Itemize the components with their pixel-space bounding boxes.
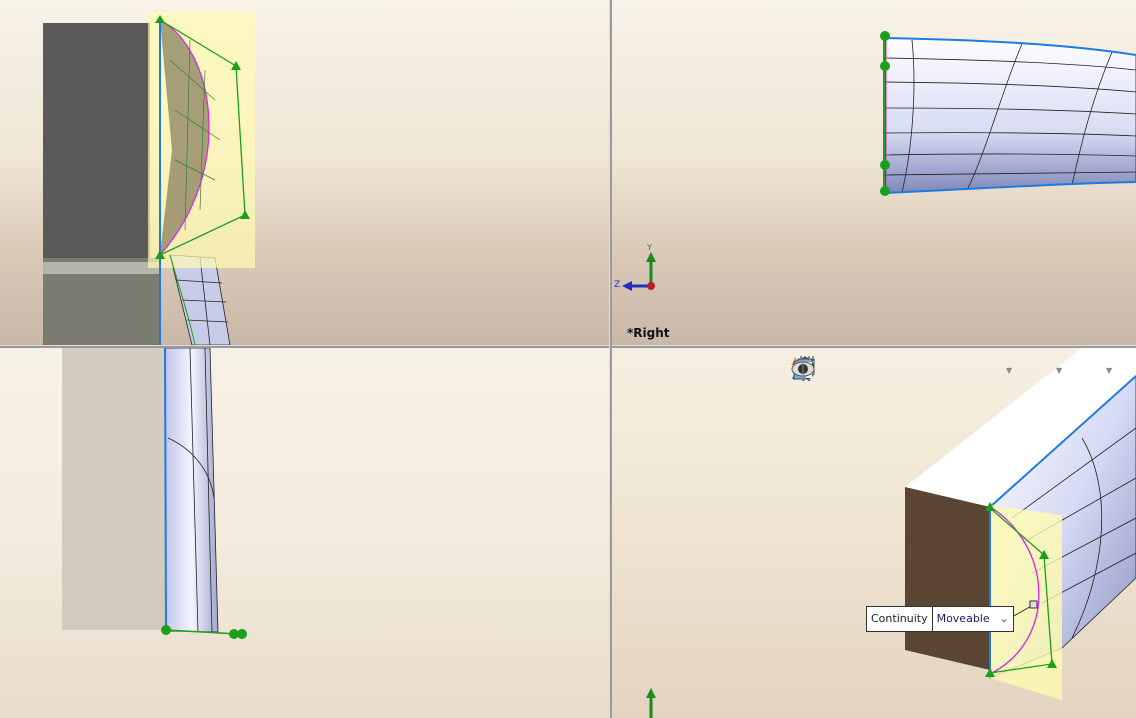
triad-y-label: Y bbox=[647, 243, 652, 252]
hide-show-items-dropdown-icon[interactable]: ▼ bbox=[1106, 366, 1114, 375]
hide-show-items-button[interactable] bbox=[791, 356, 1100, 384]
triad-z-label: Z bbox=[614, 280, 621, 290]
model-geometry bbox=[622, 31, 1136, 291]
viewport-right[interactable]: Y Z *Right bbox=[612, 0, 1136, 345]
continuity-label: Continuity bbox=[867, 607, 933, 631]
model-geometry bbox=[62, 348, 247, 639]
view-orientation-dropdown-icon[interactable]: ▼ bbox=[1006, 366, 1014, 375]
display-style-button[interactable] bbox=[793, 356, 1050, 384]
model-geometry bbox=[646, 348, 1136, 718]
zoom-to-area-button[interactable] bbox=[791, 356, 856, 384]
section-view-button[interactable] bbox=[793, 356, 928, 384]
continuity-callout: Continuity Moveable ⌄ bbox=[866, 606, 1014, 632]
viewport-isometric[interactable]: A ▼ ▼ ▼ Continuity Moveable ⌄ bbox=[612, 348, 1136, 718]
continuity-value: Moveable bbox=[936, 612, 990, 625]
viewport-bottom-left[interactable] bbox=[0, 348, 609, 718]
coordinate-triad bbox=[622, 252, 656, 291]
viewport-vertical-splitter[interactable] bbox=[609, 0, 612, 718]
view-orientation-button[interactable] bbox=[793, 356, 1000, 384]
display-style-dropdown-icon[interactable]: ▼ bbox=[1056, 366, 1064, 375]
viewport-top-left[interactable] bbox=[0, 0, 609, 345]
dynamic-annotation-views-button[interactable]: A bbox=[791, 356, 964, 384]
continuity-dropdown[interactable]: Moveable ⌄ bbox=[933, 607, 1013, 631]
heads-up-view-toolbar: A ▼ ▼ ▼ bbox=[790, 356, 1114, 384]
hide-show-items-icon bbox=[791, 359, 815, 379]
previous-view-button[interactable] bbox=[795, 356, 892, 384]
view-orientation-label: *Right bbox=[627, 326, 670, 340]
model-geometry bbox=[43, 12, 255, 345]
viewport-horizontal-splitter[interactable] bbox=[0, 345, 1136, 348]
chevron-down-icon: ⌄ bbox=[999, 612, 1009, 625]
